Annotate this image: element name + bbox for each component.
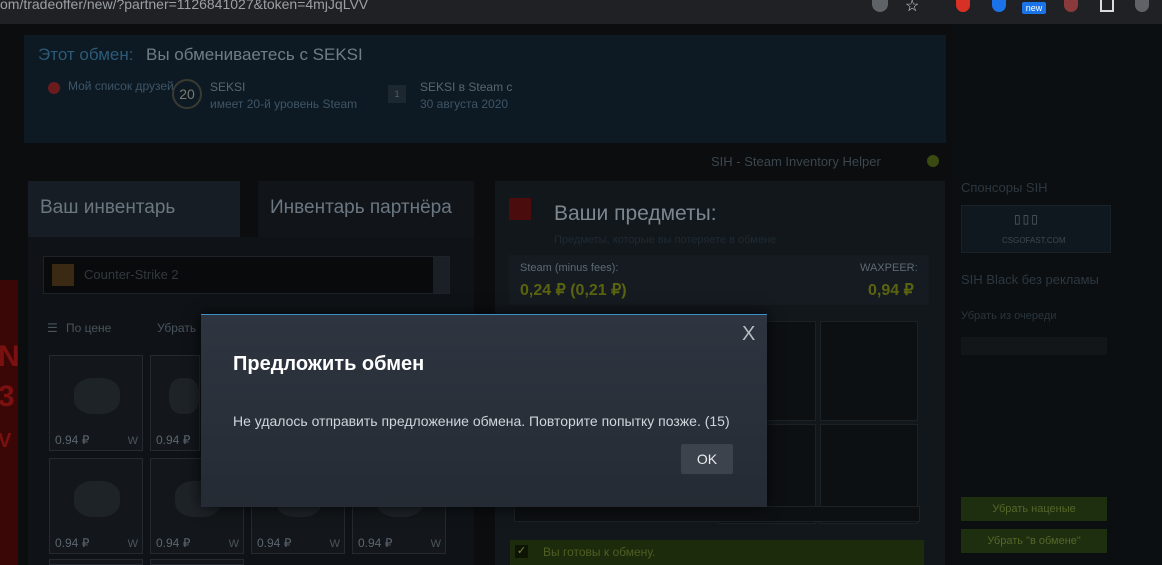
your-items-subtitle: Предметы, которые вы потеряете в обмене (554, 234, 777, 246)
inventory-item[interactable]: 0.94 ₽ W (49, 458, 143, 554)
ready-to-trade-label: Вы готовы к обмену. (543, 545, 656, 559)
ok-button[interactable]: OK (681, 444, 733, 474)
close-icon[interactable]: X (742, 323, 755, 346)
item-price: 0.94 ₽ (55, 536, 90, 550)
sponsor-logo-icon: ▯▯▯ (1014, 212, 1040, 226)
steam-level-badge: 20 (172, 79, 202, 109)
item-sticker-image (74, 378, 120, 414)
item-wear: W (430, 538, 441, 550)
item-price: 0.94 ₽ (55, 433, 90, 447)
inventory-item[interactable]: 0.94 ₽ W (49, 355, 143, 451)
item-price: 0.94 ₽ (257, 536, 292, 550)
sih-status-icon[interactable] (927, 155, 939, 167)
item-wear: W (127, 538, 138, 550)
item-sticker-image (169, 378, 199, 414)
warning-icon (48, 82, 60, 94)
partner-name[interactable]: SEKSI (210, 80, 245, 94)
item-wear: W (127, 435, 138, 447)
item-price: 0.94 ₽ (156, 536, 191, 550)
extensions-puzzle-icon[interactable] (1100, 0, 1114, 12)
sort-by-price[interactable]: По цене (66, 321, 111, 335)
key-icon[interactable] (872, 0, 888, 12)
address-bar[interactable]: om/tradeoffer/new/?partner=1126841027&to… (0, 0, 368, 12)
trade-header: Этот обмен: Вы обмениваетесь с SEKSI Мой… (24, 35, 946, 143)
sort-icon[interactable]: ☰ (47, 321, 58, 335)
extension-new-badge[interactable]: new (1022, 2, 1046, 14)
sih-black-link[interactable]: SIH Black без рекламы (961, 272, 1099, 287)
your-avatar (509, 198, 531, 220)
steam-years-icon: 1 (388, 85, 406, 103)
item-sticker-image (74, 481, 120, 517)
extension-red-icon[interactable] (1064, 0, 1078, 12)
steam-price-value: 0,24 ₽ (0,21 ₽) (520, 282, 627, 299)
trade-header-title: Вы обмениваетесь с SEKSI (146, 45, 363, 64)
inventory-item[interactable]: 0.94 ₽ (150, 355, 200, 451)
profile-avatar-icon[interactable] (1135, 0, 1149, 12)
checkmark-icon[interactable]: ✓ (515, 545, 528, 558)
tab-your-inventory[interactable]: Ваш инвентарь (28, 181, 240, 237)
sponsors-heading: Спонсоры SIH (961, 180, 1048, 195)
game-select[interactable]: Counter-Strike 2 (43, 256, 450, 294)
extension-shield-icon[interactable] (956, 0, 970, 12)
dialog-message: Не удалось отправить предложение обмена.… (233, 413, 730, 429)
item-wear: W (329, 538, 340, 550)
trade-header-label: Этот обмен: (38, 45, 134, 64)
send-offer-dialog: Предложить обмен X Не удалось отправить … (201, 314, 767, 507)
sih-sidebar (953, 24, 1162, 565)
sponsor-logo-text: CSGOFAST.COM (1002, 236, 1066, 245)
left-advertisement: N3V (0, 280, 20, 565)
friends-list-text: Мой список друзей (68, 79, 174, 93)
trade-slot-row[interactable] (514, 506, 920, 522)
item-wear: W (228, 538, 239, 550)
waxpeer-price-label: WAXPEER: (860, 262, 918, 274)
item-price: 0.94 ₽ (156, 433, 191, 447)
partner-since-date: 30 августа 2020 (420, 97, 509, 111)
game-select-label: Counter-Strike 2 (84, 267, 179, 282)
browser-toolbar: om/tradeoffer/new/?partner=1126841027&to… (0, 0, 1162, 24)
waxpeer-price-value: 0,94 ₽ (868, 282, 914, 299)
remove-markup-button[interactable]: Убрать наценые (961, 497, 1107, 521)
sih-label: SIH - Steam Inventory Helper (711, 154, 881, 169)
sponsor-banner[interactable]: ▯▯▯ CSGOFAST.COM (961, 205, 1111, 253)
remove-filter[interactable]: Убрать (157, 321, 196, 335)
partner-since-title: SEKSI в Steam с (420, 80, 513, 94)
remove-from-queue-label[interactable]: Убрать из очереди (961, 310, 1056, 322)
ready-to-trade-checkbox[interactable]: ✓ Вы готовы к обмену. (510, 540, 924, 565)
partner-level-text: имеет 20-й уровень Steam (210, 97, 358, 111)
tab-partner-inventory[interactable]: Инвентарь партнёра (258, 181, 474, 237)
item-price: 0.94 ₽ (358, 536, 393, 550)
remove-in-trade-button[interactable]: Убрать "в обмене" (961, 529, 1107, 553)
queue-input[interactable] (961, 337, 1107, 355)
extension-blue-icon[interactable] (992, 0, 1006, 12)
cs2-game-icon (52, 264, 74, 286)
dialog-title: Предложить обмен (233, 353, 425, 375)
inventory-item[interactable] (150, 559, 244, 565)
steam-price-label: Steam (minus fees): (520, 262, 619, 274)
trade-slot[interactable] (820, 321, 918, 421)
your-items-title: Ваши предметы: (554, 202, 717, 225)
inventory-item[interactable] (49, 559, 143, 565)
bookmark-star-icon[interactable]: ☆ (905, 0, 919, 15)
chevron-down-icon[interactable] (433, 257, 449, 293)
